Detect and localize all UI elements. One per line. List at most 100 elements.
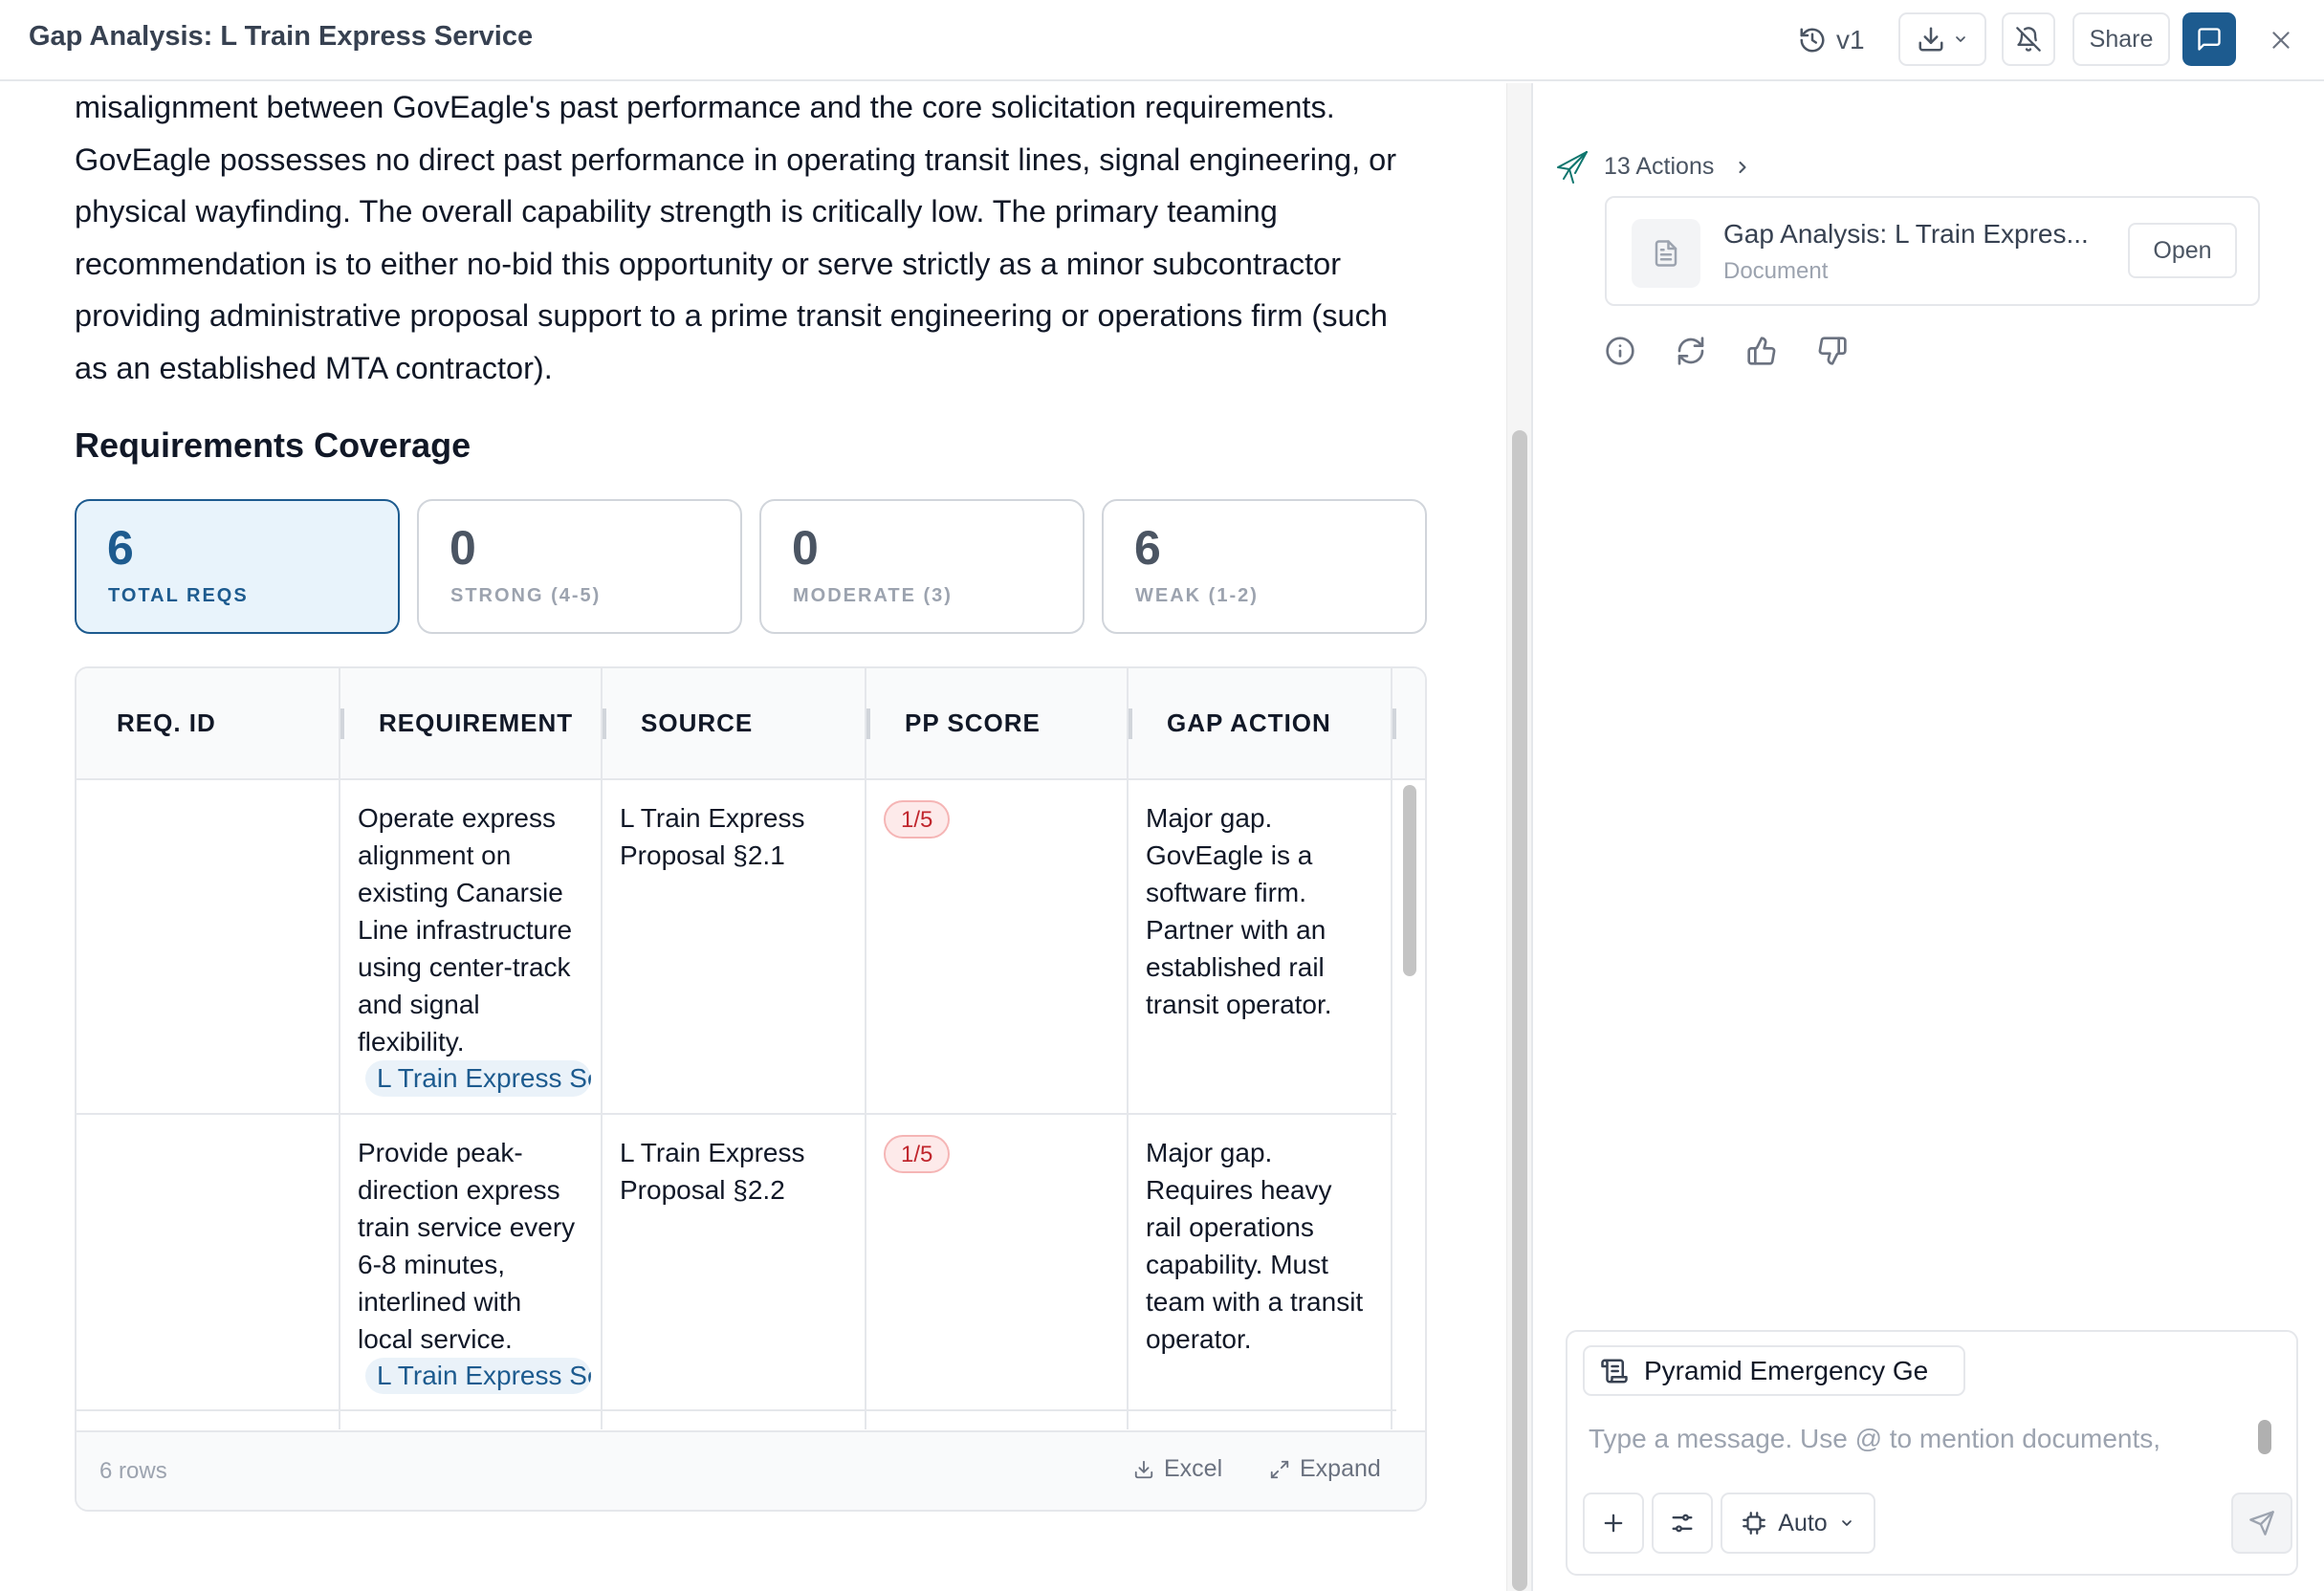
history-icon [1800,28,1825,53]
stat-card-moderate[interactable]: 0 MODERATE (3) [759,499,1085,634]
message-feedback-row [1604,335,1849,367]
expand-icon [1270,1460,1289,1478]
requirement-text: Operate express alignment on existing Ca… [358,803,573,1057]
score-badge: 1/5 [884,1135,951,1173]
requirements-coverage-heading: Requirements Coverage [75,425,471,465]
close-icon [2272,32,2290,49]
summary-line: misalignment between GovEagle's past per… [75,90,1335,124]
summary-line: recommendation is to either no-bid this … [75,246,1342,281]
stat-card-strong[interactable]: 0 STRONG (4-5) [417,499,742,634]
eagle-logo-icon [1557,150,1588,184]
thumbs-up-icon[interactable] [1745,335,1778,367]
req-id-cell [77,1411,340,1429]
table-row-partial[interactable] [77,1411,1396,1429]
model-selector[interactable]: Auto [1721,1493,1875,1554]
stat-label: MODERATE (3) [793,585,953,606]
bell-off-icon [2016,27,2041,52]
document-card[interactable]: Gap Analysis: L Train Expres... Document… [1605,196,2260,306]
actions-count-label: 13 Actions [1604,153,1715,180]
stat-label: TOTAL REQS [108,585,249,606]
table-row[interactable]: Provide peak-direction express train ser… [77,1115,1396,1411]
stat-card-total-reqs[interactable]: 6 TOTAL REQS [75,499,400,634]
column-header-label: GAP ACTION [1167,708,1331,737]
source-cell: L Train Express Proposal §2.1 [603,780,866,1113]
document-title: Gap Analysis: L Train Express Service [29,21,534,52]
version-history-button[interactable]: v1 [1798,19,1865,61]
document-scrollbar[interactable] [1506,83,1531,1591]
add-attachment-button[interactable] [1583,1493,1644,1554]
composer-scrollbar-thumb[interactable] [2258,1420,2271,1454]
stat-value: 6 [107,521,134,575]
summary-line: GovEagle possesses no direct past perfor… [75,142,1397,177]
table-scrollbar-thumb[interactable] [1403,785,1416,976]
document-scrollbar-thumb[interactable] [1512,430,1527,1591]
gap-action-cell: Major gap. Requires heavy rail operation… [1129,1115,1392,1409]
column-resize-handle[interactable] [1392,708,1396,739]
document-card-title: Gap Analysis: L Train Expres... [1723,219,2089,249]
requirement-text: Provide peak-direction express train ser… [358,1138,576,1354]
export-excel-button[interactable]: Excel [1133,1455,1222,1483]
send-icon [2249,1511,2274,1536]
score-badge: 1/5 [884,800,951,839]
download-icon [1918,27,1943,52]
share-button[interactable]: Share [2072,12,2170,66]
executive-summary-text: misalignment between GovEagle's past per… [75,83,1433,394]
column-header-req-id[interactable]: REQ. ID [77,668,344,778]
stat-value: 0 [792,521,819,575]
thumbs-down-icon[interactable] [1816,335,1849,367]
pp-score-cell: 1/5 [866,780,1129,1113]
sliders-icon [1672,1514,1693,1533]
actions-toggle[interactable]: 13 Actions [1552,145,1752,188]
assistant-pane: 13 Actions Gap Analysis: L Train Expres.… [1531,83,2324,1591]
source-cell: L Train Express Proposal §2.2 [603,1115,866,1409]
plus-icon [1604,1514,1623,1533]
column-header-pp-score[interactable]: PP SCORE [866,668,1132,778]
req-id-cell [77,780,340,1113]
expand-table-button[interactable]: Expand [1269,1455,1381,1483]
column-header-label: PP SCORE [905,708,1041,737]
source-document-chip[interactable]: L Train Express Service [365,1358,591,1394]
context-chip-label: Pyramid Emergency Ge [1644,1355,1929,1385]
req-id-cell [77,1115,340,1409]
summary-line: physical wayfinding. The overall capabil… [75,194,1278,229]
toggle-chat-button[interactable] [2182,12,2236,66]
context-document-chip[interactable]: Pyramid Emergency Ge [1583,1345,1965,1396]
column-header-gap-action[interactable]: GAP ACTION [1129,668,1396,778]
excel-label: Excel [1164,1455,1223,1482]
table-footer: 6 rows Excel Expand [77,1430,1425,1510]
stat-label: WEAK (1-2) [1135,585,1259,606]
send-button[interactable] [2231,1493,2292,1554]
row-count: 6 rows [99,1458,167,1484]
close-button[interactable] [2262,21,2300,59]
stat-value: 0 [449,521,476,575]
chevron-down-icon [1841,1520,1852,1526]
requirement-cell: Provide peak-direction express train ser… [340,1115,603,1409]
chevron-down-icon [1956,36,1965,42]
document-card-type: Document [1723,258,1829,284]
table-row[interactable]: Operate express alignment on existing Ca… [77,780,1396,1115]
gap-action-cell [1129,1411,1392,1429]
mute-notifications-button[interactable] [2002,12,2055,66]
column-header-requirement[interactable]: REQUIREMENT [340,668,606,778]
table-body: Operate express alignment on existing Ca… [77,780,1425,1429]
download-icon [1134,1460,1153,1478]
column-header-source[interactable]: SOURCE [603,668,870,778]
regenerate-icon[interactable] [1675,335,1707,367]
source-document-chip[interactable]: L Train Express Service [365,1060,591,1097]
document-icon [1632,219,1700,288]
download-menu-button[interactable] [1898,12,1986,66]
info-icon[interactable] [1604,335,1636,367]
column-header-label: SOURCE [641,708,754,737]
tools-settings-button[interactable] [1652,1493,1713,1554]
chat-icon [2198,28,2221,51]
open-document-button[interactable]: Open [2128,223,2237,278]
column-header-label: REQUIREMENT [379,708,574,737]
message-input[interactable] [1589,1416,2239,1462]
top-bar: Gap Analysis: L Train Express Service v1… [0,0,2324,81]
summary-line: providing administrative proposal suppor… [75,298,1388,333]
pp-score-cell [866,1411,1129,1429]
column-header-label: REQ. ID [117,708,216,737]
pp-score-cell: 1/5 [866,1115,1129,1409]
message-composer: Pyramid Emergency Ge Auto [1566,1330,2298,1576]
stat-card-weak[interactable]: 6 WEAK (1-2) [1102,499,1427,634]
